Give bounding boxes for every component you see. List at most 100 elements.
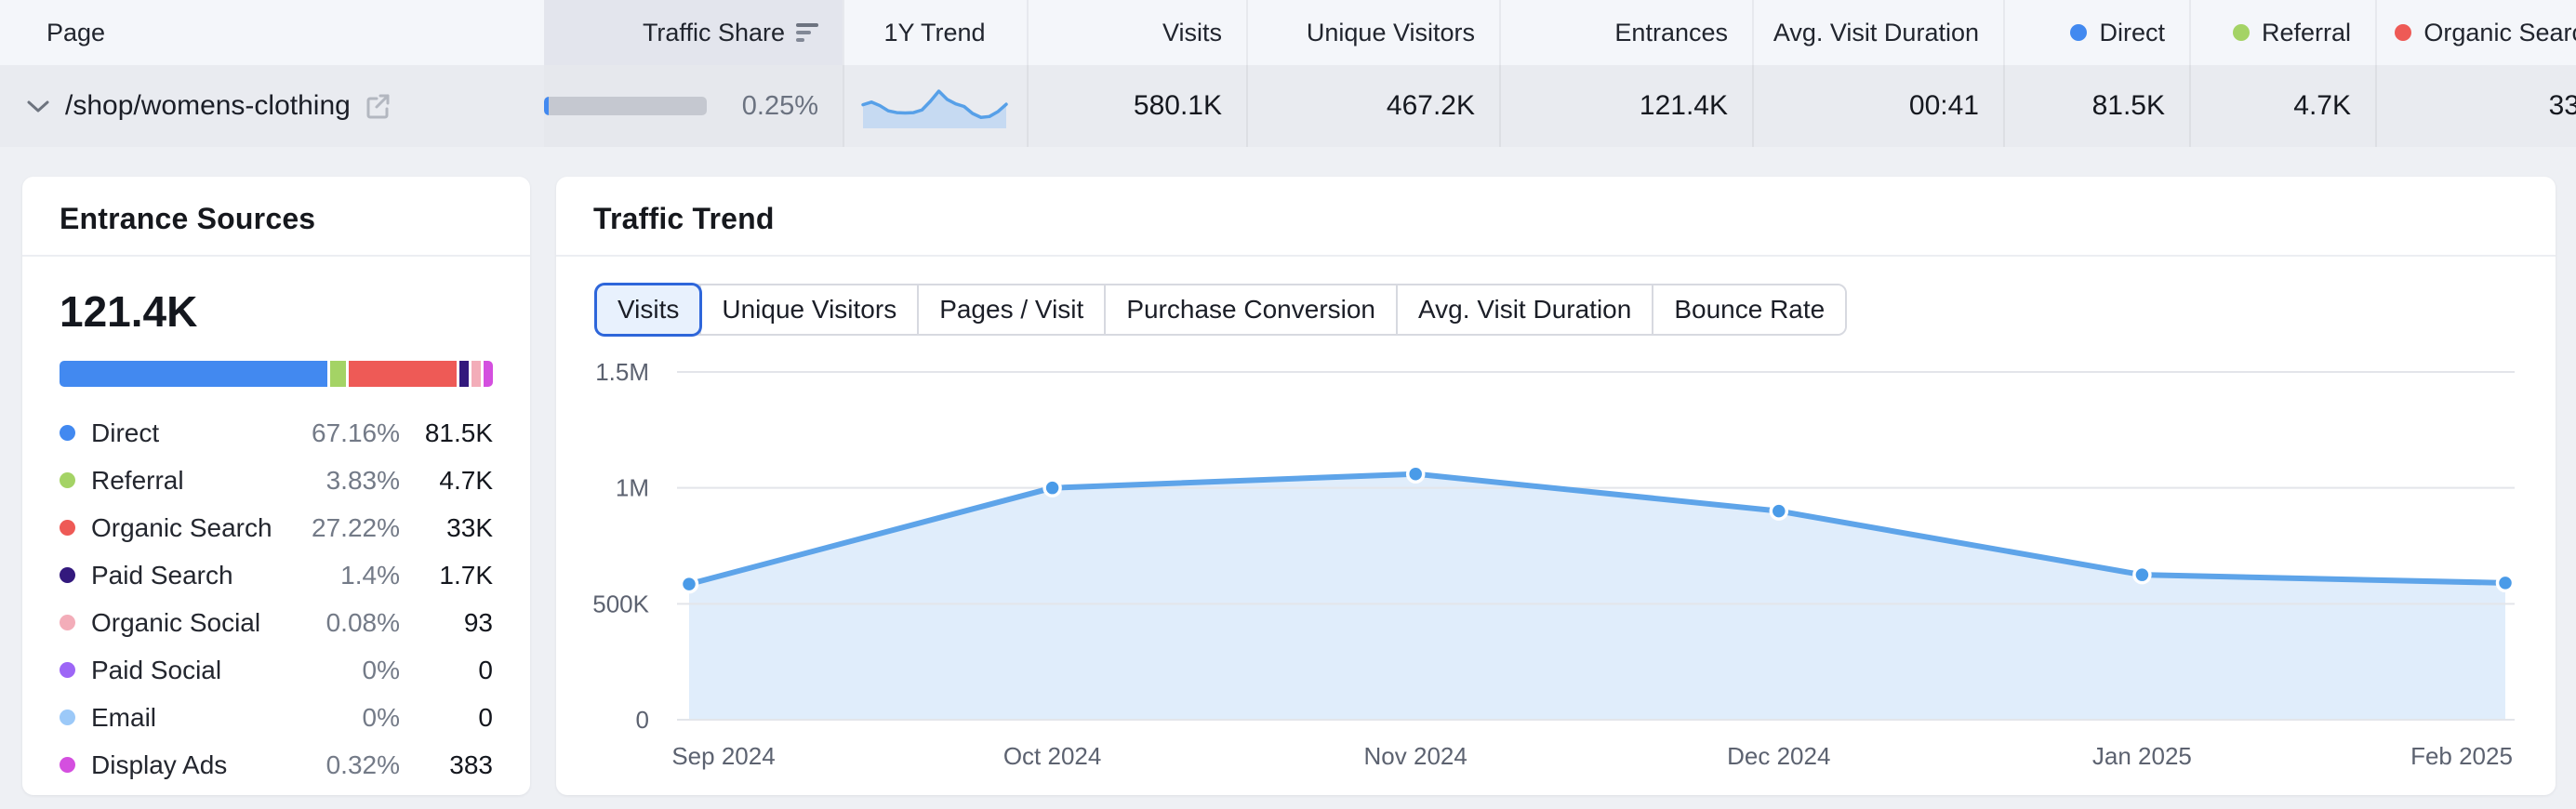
trend-tab-pages-visit[interactable]: Pages / Visit xyxy=(917,285,1104,334)
source-list-item[interactable]: Paid Social 0% 0 xyxy=(60,646,493,694)
traffic-share-fill xyxy=(544,97,549,115)
source-color-dot xyxy=(60,520,75,536)
source-percent: 27.22% xyxy=(279,513,400,543)
source-bar-segment xyxy=(459,361,469,387)
source-value: 4.7K xyxy=(400,466,493,496)
trend-tab-unique-visitors[interactable]: Unique Visitors xyxy=(699,285,917,334)
page-path[interactable]: /shop/womens-clothing xyxy=(65,90,351,122)
sources-list: Direct 67.16% 81.5K Referral 3.83% 4.7K … xyxy=(60,409,493,789)
source-value: 81.5K xyxy=(400,418,493,448)
source-color-dot xyxy=(60,710,75,725)
entrance-sources-card: Entrance Sources 121.4K Direct 67.16% 81… xyxy=(22,177,530,795)
traffic-trend-chart: 0500K1M1.5MSep 2024Oct 2024Nov 2024Dec 2… xyxy=(556,344,2556,790)
column-header-1y-trend[interactable]: 1Y Trend xyxy=(843,0,1027,65)
source-bar-segment xyxy=(330,361,345,387)
source-percent: 1.4% xyxy=(279,561,400,590)
svg-text:0: 0 xyxy=(636,706,649,734)
entrances-cell: 121.4K xyxy=(1499,65,1752,147)
column-header-direct[interactable]: Direct xyxy=(2003,0,2189,65)
source-percent: 0% xyxy=(279,656,400,685)
source-value: 0 xyxy=(400,656,493,685)
source-bar-segment xyxy=(60,361,327,387)
traffic-share-percent: 0.25% xyxy=(742,91,818,122)
source-list-item[interactable]: Email 0% 0 xyxy=(60,694,493,741)
referral-cell: 4.7K xyxy=(2189,65,2375,147)
sparkline-chart xyxy=(860,79,1009,133)
page-cell: /shop/womens-clothing xyxy=(0,65,544,147)
chevron-down-icon[interactable] xyxy=(26,99,50,113)
trend-tab-purchase-conversion[interactable]: Purchase Conversion xyxy=(1104,285,1396,334)
trend-metric-tabs: VisitsUnique VisitorsPages / VisitPurcha… xyxy=(595,284,1847,336)
entrance-sources-title: Entrance Sources xyxy=(60,202,493,236)
source-label: Organic Social xyxy=(91,608,279,638)
avg-visit-duration-cell: 00:41 xyxy=(1752,65,2003,147)
source-list-item[interactable]: Direct 67.16% 81.5K xyxy=(60,409,493,457)
external-link-icon[interactable] xyxy=(364,92,392,120)
source-list-item[interactable]: Paid Search 1.4% 1.7K xyxy=(60,551,493,599)
source-percent: 0.32% xyxy=(279,750,400,780)
source-percent: 3.83% xyxy=(279,466,400,496)
svg-text:500K: 500K xyxy=(592,590,649,617)
column-header-organic-search[interactable]: Organic Search xyxy=(2375,0,2576,65)
column-header-page[interactable]: Page xyxy=(0,0,544,65)
source-label: Organic Search xyxy=(91,513,279,543)
entrances-total: 121.4K xyxy=(60,286,493,337)
source-value: 0 xyxy=(400,703,493,733)
source-percent: 0.08% xyxy=(279,608,400,638)
entrance-sources-header: Entrance Sources xyxy=(22,177,530,255)
direct-cell: 81.5K xyxy=(2003,65,2189,147)
svg-text:Oct 2024: Oct 2024 xyxy=(1003,742,1102,770)
source-label: Referral xyxy=(91,466,279,496)
visits-cell: 580.1K xyxy=(1027,65,1246,147)
traffic-share-cell: 0.25% xyxy=(544,65,843,147)
source-value: 93 xyxy=(400,608,493,638)
column-header-entrances[interactable]: Entrances xyxy=(1499,0,1752,65)
column-header-avg-visit-duration[interactable]: Avg. Visit Duration xyxy=(1752,0,2003,65)
analytics-page: { "table": { "header": { "page": "Page",… xyxy=(0,0,2576,809)
table-header: Page Traffic Share 1Y Trend Visits Uniqu… xyxy=(0,0,2576,65)
source-bar-segment xyxy=(484,361,493,387)
svg-text:Nov 2024: Nov 2024 xyxy=(1364,742,1467,770)
source-color-dot xyxy=(60,425,75,441)
traffic-share-bar xyxy=(544,97,707,115)
column-header-visits[interactable]: Visits xyxy=(1027,0,1246,65)
source-list-item[interactable]: Referral 3.83% 4.7K xyxy=(60,457,493,504)
card-divider xyxy=(556,255,2556,257)
source-bar-segment xyxy=(471,361,481,387)
source-label: Paid Search xyxy=(91,561,279,590)
source-bar-segment xyxy=(349,361,458,387)
source-color-dot xyxy=(60,662,75,678)
source-percent: 0% xyxy=(279,703,400,733)
column-header-referral[interactable]: Referral xyxy=(2189,0,2375,65)
source-list-item[interactable]: Display Ads 0.32% 383 xyxy=(60,741,493,789)
trend-tab-visits[interactable]: Visits xyxy=(597,285,699,334)
traffic-trend-card: Traffic Trend VisitsUnique VisitorsPages… xyxy=(556,177,2556,795)
source-color-dot xyxy=(60,615,75,630)
sources-stacked-bar xyxy=(60,361,493,387)
direct-legend-dot xyxy=(2070,24,2087,41)
source-label: Direct xyxy=(91,418,279,448)
source-list-item[interactable]: Organic Search 27.22% 33K xyxy=(60,504,493,551)
organic-search-cell: 33K xyxy=(2375,65,2576,147)
svg-text:Feb 2025: Feb 2025 xyxy=(2410,742,2513,770)
source-label: Email xyxy=(91,703,279,733)
source-percent: 67.16% xyxy=(279,418,400,448)
source-color-dot xyxy=(60,567,75,583)
source-list-item[interactable]: Organic Social 0.08% 93 xyxy=(60,599,493,646)
trend-tab-bounce-rate[interactable]: Bounce Rate xyxy=(1652,285,1845,334)
source-value: 33K xyxy=(400,513,493,543)
source-value: 383 xyxy=(400,750,493,780)
svg-text:Dec 2024: Dec 2024 xyxy=(1727,742,1830,770)
column-header-unique-visitors[interactable]: Unique Visitors xyxy=(1246,0,1499,65)
svg-text:Jan 2025: Jan 2025 xyxy=(2092,742,2192,770)
column-header-traffic-share[interactable]: Traffic Share xyxy=(544,0,843,65)
source-value: 1.7K xyxy=(400,561,493,590)
source-label: Paid Social xyxy=(91,656,279,685)
organic-search-legend-dot xyxy=(2395,24,2411,41)
traffic-trend-title: Traffic Trend xyxy=(593,202,2518,236)
source-color-dot xyxy=(60,757,75,773)
trend-tab-avg-visit-duration[interactable]: Avg. Visit Duration xyxy=(1396,285,1652,334)
source-color-dot xyxy=(60,472,75,488)
trend-sparkline-cell xyxy=(843,65,1027,147)
table-row[interactable]: /shop/womens-clothing 0.25% 580.1K 467.2… xyxy=(0,65,2576,147)
